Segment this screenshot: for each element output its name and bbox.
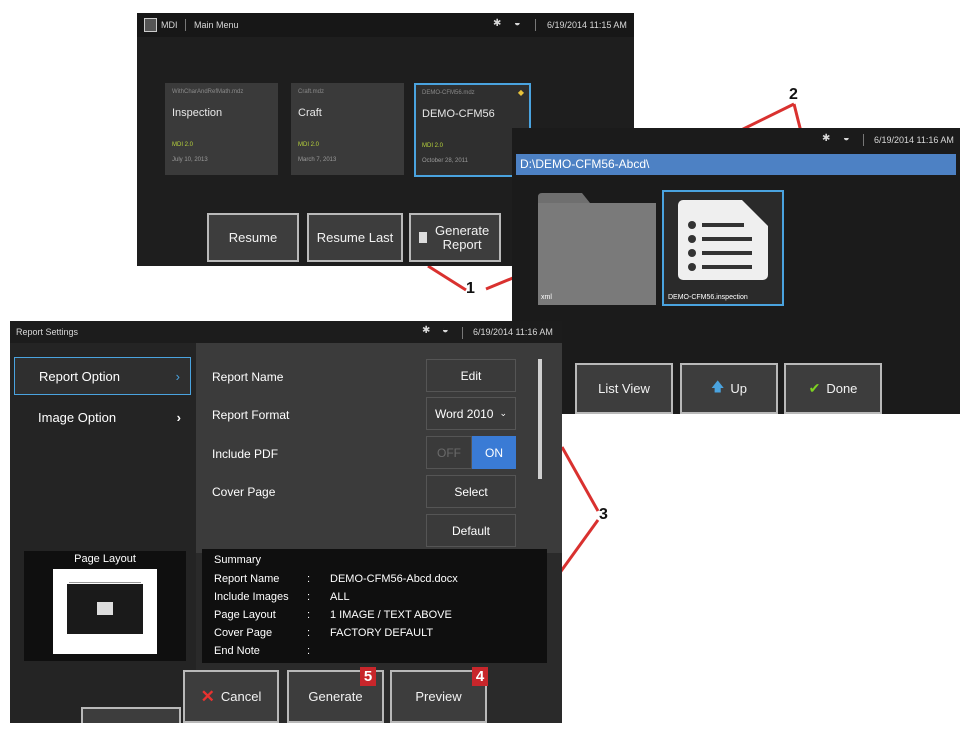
sidebar-item-image-option[interactable]: Image Option ›	[14, 399, 191, 437]
datetime: 6/19/2014 11:16 AM	[874, 135, 954, 145]
status-bar: MDI Main Menu ✱ ◒ 6/19/2014 11:15 AM	[137, 13, 634, 37]
callout-4-badge: 4	[472, 667, 488, 686]
generate-label: Generate	[435, 222, 490, 238]
card-title: DEMO-CFM56	[422, 108, 495, 120]
summary-value: ALL	[330, 591, 350, 603]
include-pdf-label: Include PDF	[212, 447, 279, 461]
report-icon	[419, 232, 427, 243]
report-format-select[interactable]: Word 2010 ⌄	[426, 397, 516, 430]
card-date: March 7, 2013	[298, 157, 337, 163]
status-bar: ✱ ◒ 6/19/2014 11:16 AM	[512, 128, 960, 152]
report-name-edit-button[interactable]: Edit	[426, 359, 516, 392]
card-filename: WithCharAndRefMath.mdz	[172, 89, 244, 95]
chevron-right-icon: ›	[175, 369, 180, 384]
cancel-label: Cancel	[220, 689, 262, 704]
sidebar-item-label: Image Option	[38, 410, 117, 425]
report-settings-screen: Report Settings ✱ ◒ 6/19/2014 11:16 AM R…	[10, 321, 562, 723]
sidebar-item-report-option[interactable]: Report Option ›	[14, 357, 191, 395]
report-format-label: Report Format	[212, 408, 290, 422]
bottom-button-bar	[81, 707, 181, 723]
card-date: October 28, 2011	[422, 158, 468, 164]
cancel-button[interactable]: ✕ Cancel	[183, 670, 279, 723]
resume-button[interactable]: Resume	[207, 213, 299, 262]
done-button[interactable]: ✔ Done	[784, 363, 882, 414]
scrollbar[interactable]	[538, 359, 542, 479]
bluetooth-icon: ✱	[822, 133, 831, 144]
callout-5-badge: 5	[360, 667, 376, 686]
report-label: Report	[442, 236, 482, 252]
folder-item[interactable]: xml	[538, 193, 656, 305]
card-version: MDI 2.0	[172, 142, 194, 148]
report-format-value: Word 2010	[434, 406, 494, 421]
inspection-file-item[interactable]: DEMO-CFM56.inspection	[662, 190, 784, 306]
report-name-label: Report Name	[212, 370, 284, 384]
done-label: Done	[826, 381, 858, 396]
summary-value: DEMO-CFM56-Abcd.docx	[330, 573, 458, 585]
checkmark-icon: ✔	[808, 380, 821, 396]
card-version: MDI 2.0	[422, 143, 444, 149]
cover-page-select-button[interactable]: Select	[426, 475, 516, 508]
summary-key: Include Images	[214, 591, 289, 603]
resume-last-button[interactable]: Resume Last	[307, 213, 403, 262]
cover-page-default-button[interactable]: Default	[426, 514, 516, 547]
summary-key: Page Layout	[214, 609, 276, 621]
sidebar-item-label: Report Option	[39, 369, 120, 384]
menu-icon[interactable]	[144, 18, 157, 32]
folder-icon	[538, 193, 656, 305]
pdf-off-option[interactable]: OFF	[426, 436, 472, 469]
card-version: MDI 2.0	[298, 142, 320, 148]
datetime: 6/19/2014 11:15 AM	[547, 20, 627, 30]
card-filename: Craft.mdz	[298, 89, 325, 95]
screen-title: Report Settings	[16, 327, 79, 337]
folder-name: xml	[541, 294, 552, 301]
summary-key: Report Name	[214, 573, 280, 585]
summary-value: FACTORY DEFAULT	[330, 627, 434, 639]
cover-page-label: Cover Page	[212, 485, 276, 499]
wifi-icon: ◒	[514, 17, 521, 29]
path-bar: D:\DEMO-CFM56-Abcd\	[516, 154, 956, 175]
list-view-button[interactable]: List View	[575, 363, 673, 414]
bluetooth-icon: ✱	[422, 325, 431, 336]
generate-report-button[interactable]: Generate Report	[409, 213, 501, 262]
up-arrow-icon: 🡅	[711, 378, 725, 394]
close-icon: ✕	[200, 686, 215, 706]
callout-3: 3	[599, 506, 608, 523]
wifi-icon: ◒	[442, 324, 449, 336]
summary-key: Cover Page	[214, 627, 273, 639]
card-date: July 10, 2013	[172, 157, 208, 163]
chevron-right-icon: ›	[176, 410, 181, 425]
page-layout-thumbnail[interactable]	[53, 569, 157, 654]
summary-panel: Summary Report Name : DEMO-CFM56-Abcd.do…	[202, 549, 547, 663]
card-title: Craft	[298, 107, 322, 119]
status-bar: Report Settings ✱ ◒ 6/19/2014 11:16 AM	[10, 321, 562, 343]
inspection-file-icon	[678, 200, 768, 280]
page-layout-label: Page Layout	[74, 553, 136, 565]
pdf-on-option[interactable]: ON	[472, 436, 516, 469]
card-filename: DEMO-CFM56.mdz	[422, 90, 475, 96]
pin-icon: ◆	[517, 88, 524, 97]
summary-value: 1 IMAGE / TEXT ABOVE	[330, 609, 452, 621]
file-card[interactable]: Craft.mdz Craft MDI 2.0 March 7, 2013	[291, 83, 404, 175]
chevron-down-icon: ⌄	[499, 408, 508, 418]
file-card[interactable]: WithCharAndRefMath.mdz Inspection MDI 2.…	[165, 83, 278, 175]
file-browser-screen: ✱ ◒ 6/19/2014 11:16 AM D:\DEMO-CFM56-Abc…	[512, 128, 960, 414]
callout-2: 2	[789, 86, 798, 103]
include-pdf-toggle[interactable]: OFF ON	[426, 436, 516, 469]
callout-1: 1	[466, 280, 475, 297]
page-layout-panel: Page Layout	[24, 551, 186, 661]
bluetooth-icon: ✱	[493, 18, 502, 29]
image-icon	[97, 602, 113, 615]
summary-heading: Summary	[214, 554, 262, 566]
app-name: MDI	[161, 20, 178, 30]
screen-title: Main Menu	[194, 20, 239, 30]
card-title: Inspection	[172, 107, 223, 119]
up-label: Up	[730, 381, 747, 396]
file-name: DEMO-CFM56.inspection	[668, 294, 748, 301]
datetime: 6/19/2014 11:16 AM	[473, 327, 553, 337]
up-button[interactable]: 🡅 Up	[680, 363, 778, 414]
wifi-icon: ◒	[843, 132, 850, 144]
summary-key: End Note	[214, 645, 260, 657]
